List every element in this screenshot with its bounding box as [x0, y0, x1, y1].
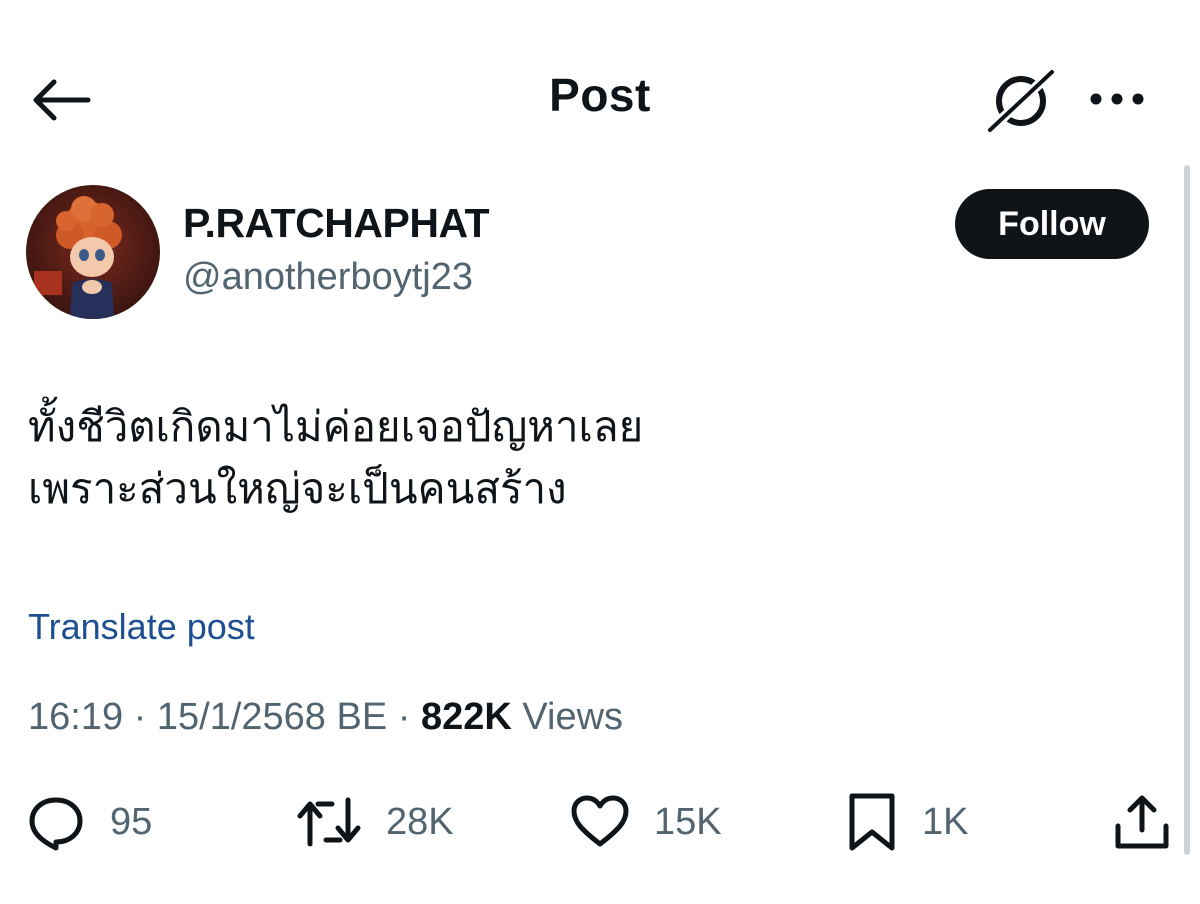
author-display-name[interactable]: P.RATCHAPHAT — [183, 200, 490, 247]
translate-post-link[interactable]: Translate post — [28, 606, 255, 648]
meta-separator: · — [397, 696, 411, 738]
reply-count: 95 — [110, 800, 153, 843]
meta-separator: · — [133, 696, 147, 738]
share-icon — [1115, 795, 1169, 849]
author-handle[interactable]: @anotherboytj23 — [183, 256, 473, 299]
views-count: 822K — [420, 696, 512, 738]
post-text-line: เพราะส่วนใหญ่จะเป็นคนสร้าง — [28, 464, 567, 513]
like-count: 15K — [654, 800, 722, 843]
avatar-image — [26, 185, 160, 319]
grok-button[interactable] — [984, 66, 1058, 136]
bookmark-icon — [849, 793, 895, 851]
reply-button[interactable]: 95 — [26, 792, 152, 852]
heart-icon — [571, 795, 629, 847]
scrollbar[interactable] — [1184, 165, 1190, 855]
avatar[interactable] — [26, 185, 160, 319]
more-horizontal-icon — [1090, 93, 1144, 105]
post-meta: 16:19 · 15/1/2568 BE · 822K Views — [28, 696, 623, 739]
bookmark-button[interactable]: 1K — [846, 792, 968, 852]
repost-button[interactable]: 28K — [296, 792, 454, 852]
top-bar: Post — [0, 0, 1200, 165]
repost-count: 28K — [386, 800, 454, 843]
repost-icon — [297, 797, 361, 847]
follow-button[interactable]: Follow — [955, 189, 1149, 259]
post-text: ทั้งชีวิตเกิดมาไม่ค่อยเจอปัญหาเลย เพราะส… — [28, 396, 1148, 520]
share-button[interactable] — [1112, 792, 1172, 852]
grok-icon — [985, 67, 1057, 135]
reply-icon — [29, 797, 83, 851]
post-time[interactable]: 16:19 — [28, 696, 123, 738]
like-button[interactable]: 15K — [570, 792, 722, 852]
post-text-line: ทั้งชีวิตเกิดมาไม่ค่อยเจอปัญหาเลย — [28, 402, 644, 451]
post-date[interactable]: 15/1/2568 BE — [157, 696, 387, 738]
views-label: Views — [522, 696, 624, 738]
more-options-button[interactable] — [1084, 82, 1150, 116]
bookmark-count: 1K — [922, 800, 969, 843]
